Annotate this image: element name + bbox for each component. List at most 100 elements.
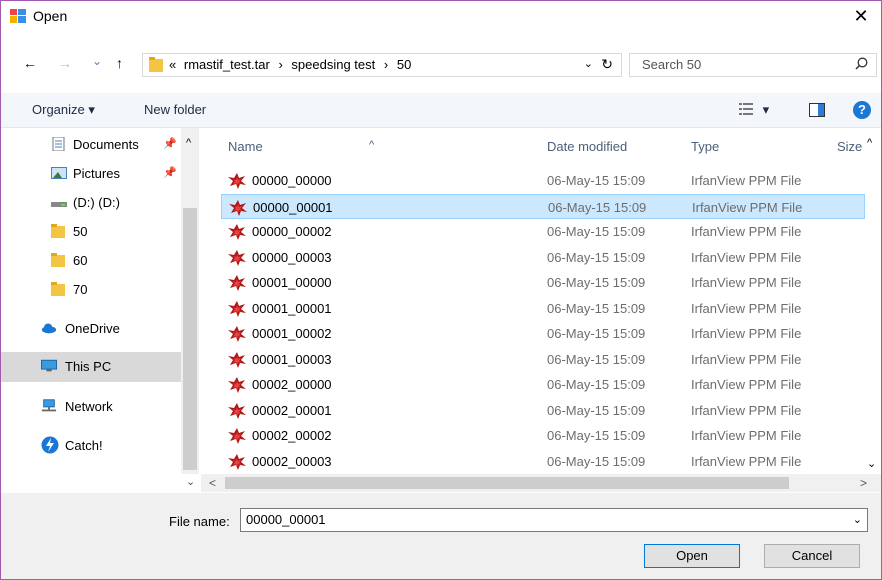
sidebar-item-drive-d[interactable]: (D:) (D:) (1, 188, 181, 218)
file-row[interactable]: 00001_00000 06-May-15 15:09 IrfanView PPM … (221, 270, 865, 295)
file-row[interactable]: 00000_00003 06-May-15 15:09 IrfanView PPM … (221, 245, 865, 270)
file-date-modified: 06-May-15 15:09 (547, 453, 646, 469)
file-name: 00000_00002 (252, 224, 332, 239)
file-name-dropdown-icon[interactable]: ⌄ (853, 513, 862, 526)
column-header-type[interactable]: Type (691, 139, 719, 154)
breadcrumb-overflow[interactable]: « (169, 57, 176, 72)
command-bar: Organize ▾ New folder ▾ ? (1, 93, 881, 128)
change-view-button[interactable]: ▾ (739, 102, 769, 118)
file-type: IrfanView PPM File (691, 453, 802, 469)
preview-pane-icon[interactable] (809, 103, 825, 117)
scroll-up-arrow-icon[interactable]: ^ (186, 137, 191, 149)
file-row[interactable]: 00001_00003 06-May-15 15:09 IrfanView PPM … (221, 347, 865, 372)
sidebar-item-folder-70[interactable]: 70 (1, 275, 181, 305)
file-name: 00001_00002 (252, 326, 332, 341)
title-bar: Open ✕ (1, 1, 881, 31)
file-row[interactable]: 00002_00000 06-May-15 15:09 IrfanView PPM … (221, 372, 865, 397)
ppm-file-icon (228, 453, 246, 470)
scrollbar-thumb[interactable] (225, 477, 789, 489)
ppm-file-icon (228, 351, 246, 368)
search-box[interactable]: Search 50 (629, 53, 877, 77)
breadcrumb-item[interactable]: rmastif_test.tar (184, 57, 270, 72)
pin-icon: 📌 (163, 138, 177, 150)
file-row[interactable]: 00002_00001 06-May-15 15:09 IrfanView PPM … (221, 398, 865, 423)
search-placeholder: Search 50 (642, 57, 702, 72)
file-row[interactable]: 00002_00003 06-May-15 15:09 IrfanView PPM … (221, 449, 865, 474)
sidebar-item-folder-50[interactable]: 50 (1, 217, 181, 247)
scroll-down-arrow-icon[interactable]: ⌄ (186, 475, 195, 488)
horizontal-scrollbar[interactable]: < > (201, 474, 881, 492)
file-row[interactable]: 00002_00002 06-May-15 15:09 IrfanView PPM … (221, 423, 865, 448)
breadcrumb-item[interactable]: 50 (397, 57, 411, 72)
back-arrow-icon[interactable]: ← (23, 55, 37, 71)
help-icon[interactable]: ? (853, 101, 871, 119)
file-row[interactable]: 00000_00002 06-May-15 15:09 IrfanView PPM … (221, 219, 865, 244)
file-name-field[interactable]: ⌄ (240, 508, 868, 532)
sidebar-item-label: 70 (73, 282, 88, 297)
new-folder-button[interactable]: New folder (144, 102, 206, 117)
sidebar-item-documents[interactable]: Documents 📌 (1, 130, 181, 160)
breadcrumb-item[interactable]: speedsing test (291, 57, 375, 72)
ppm-file-icon (228, 377, 246, 393)
file-type: IrfanView PPM File (691, 173, 802, 188)
onedrive-icon (41, 323, 57, 334)
file-date-modified: 06-May-15 15:09 (547, 428, 646, 443)
recent-locations-icon[interactable]: ⌄ (92, 54, 102, 68)
column-header-size[interactable]: Size (837, 139, 862, 154)
file-name: 00000_00001 (253, 199, 333, 215)
open-button[interactable]: Open (644, 544, 740, 568)
pin-icon: 📌 (163, 167, 177, 179)
ppm-file-icon (228, 173, 246, 189)
sidebar-item-pictures[interactable]: Pictures 📌 (1, 159, 181, 189)
file-list-scroll-down-icon[interactable]: ⌄ (867, 457, 876, 470)
sidebar-item-label: 50 (73, 224, 88, 239)
scrollbar-thumb[interactable] (183, 208, 197, 470)
sidebar-item-label: Pictures (73, 166, 120, 181)
folder-icon (51, 282, 65, 296)
sort-ascending-icon: ^ (369, 139, 375, 151)
navigation-pane-scrollbar[interactable] (181, 128, 199, 474)
scroll-left-arrow-icon[interactable]: < (209, 476, 216, 490)
cancel-button[interactable]: Cancel (764, 544, 860, 568)
file-date-modified: 06-May-15 15:09 (547, 300, 646, 316)
file-type: IrfanView PPM File (691, 377, 802, 392)
file-name: 00000_00000 (252, 173, 332, 188)
address-bar[interactable]: « rmastif_test.tar › speedsing test › 50… (142, 53, 622, 77)
file-type: IrfanView PPM File (691, 326, 802, 341)
breadcrumb-separator[interactable]: › (278, 57, 282, 72)
window-title: Open (33, 8, 68, 24)
sidebar-item-onedrive[interactable]: OneDrive (1, 314, 181, 344)
file-row[interactable]: 00001_00001 06-May-15 15:09 IrfanView PPM … (221, 296, 865, 321)
file-row[interactable]: 00001_00002 06-May-15 15:09 IrfanView PPM … (221, 321, 865, 346)
breadcrumb-separator[interactable]: › (384, 57, 388, 72)
file-name-input[interactable] (246, 512, 836, 527)
sidebar-item-catch[interactable]: Catch! (1, 431, 181, 461)
network-icon (41, 399, 57, 412)
file-list-scroll-up-icon[interactable]: ^ (867, 137, 872, 149)
column-header-row: ^ Name Date modified Type Size (201, 128, 881, 162)
forward-arrow-icon[interactable]: → (58, 55, 72, 71)
file-date-modified: 06-May-15 15:09 (547, 402, 646, 418)
folder-icon (149, 57, 163, 72)
refresh-icon[interactable]: ↻ (601, 56, 613, 73)
file-date-modified: 06-May-15 15:09 (547, 249, 646, 265)
file-row[interactable]: 00000_00001 06-May-15 15:09 IrfanView PPM … (221, 193, 865, 219)
file-name: 00002_00003 (252, 453, 332, 469)
scroll-right-arrow-icon[interactable]: > (860, 476, 867, 490)
organize-button[interactable]: Organize ▾ (32, 102, 95, 118)
view-dropdown-icon[interactable]: ▾ (763, 102, 770, 117)
file-name: 00002_00000 (252, 377, 332, 392)
navigation-bar: ← → ⌄ ↑ « rmastif_test.tar › speedsing t… (1, 49, 881, 81)
column-header-date-modified[interactable]: Date modified (547, 139, 627, 154)
up-arrow-icon[interactable]: ↑ (116, 55, 123, 71)
file-row[interactable]: 00000_00000 06-May-15 15:09 IrfanView PPM … (221, 168, 865, 193)
address-dropdown-icon[interactable]: ⌄ (584, 57, 593, 70)
sidebar-item-label: Catch! (65, 438, 103, 453)
ppm-file-icon (229, 199, 247, 216)
sidebar-item-this-pc[interactable]: This PC (1, 352, 181, 382)
close-icon[interactable]: ✕ (841, 1, 881, 31)
sidebar-item-folder-60[interactable]: 60 (1, 246, 181, 276)
column-header-name[interactable]: Name (228, 139, 263, 154)
file-type: IrfanView PPM File (691, 249, 802, 265)
sidebar-item-network[interactable]: Network (1, 392, 181, 422)
